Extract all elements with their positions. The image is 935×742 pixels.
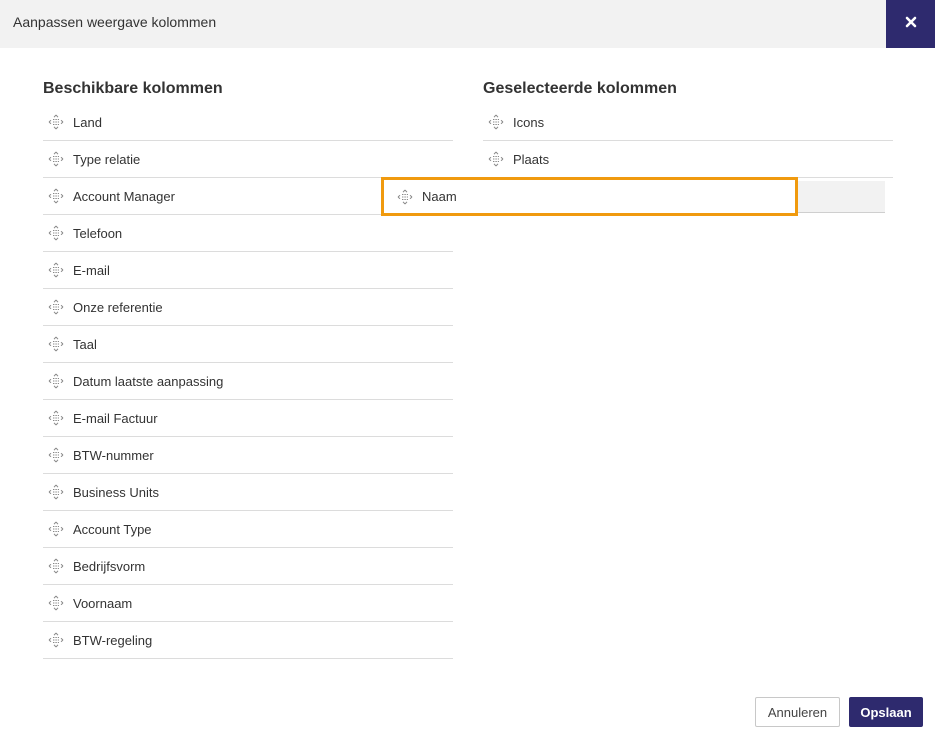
column-label: Telefoon — [73, 225, 123, 241]
column-label: Icons — [513, 114, 545, 130]
drag-handle-icon[interactable] — [488, 151, 504, 167]
drag-handle-icon[interactable] — [48, 262, 64, 278]
drag-handle-icon[interactable] — [48, 151, 64, 167]
column-list-item[interactable]: Type relatie — [43, 141, 453, 178]
drag-handle-icon[interactable] — [48, 373, 64, 389]
column-list-item[interactable]: E-mail — [43, 252, 453, 289]
selected-columns-title: Geselecteerde kolommen — [483, 80, 677, 97]
available-columns-title: Beschikbare kolommen — [43, 80, 223, 97]
drag-handle-icon[interactable] — [48, 484, 64, 500]
selected-columns-list: Icons Plaats — [483, 104, 893, 178]
dialog-title: Aanpassen weergave kolommen — [13, 14, 217, 30]
column-list-item[interactable]: Voornaam — [43, 585, 453, 622]
column-label: E-mail — [73, 262, 110, 278]
column-list-item[interactable]: BTW-regeling — [43, 622, 453, 659]
close-button[interactable] — [886, 0, 935, 48]
column-list-item[interactable]: BTW-nummer — [43, 437, 453, 474]
cancel-button[interactable]: Annuleren — [755, 697, 840, 727]
drag-handle-icon[interactable] — [48, 225, 64, 241]
column-list-item[interactable]: Icons — [483, 104, 893, 141]
drag-handle-icon[interactable] — [48, 521, 64, 537]
drag-handle-icon[interactable] — [48, 558, 64, 574]
dialog-header: Aanpassen weergave kolommen — [0, 0, 935, 48]
column-label: Land — [73, 114, 102, 130]
column-list-item[interactable]: Account Type — [43, 511, 453, 548]
column-label: Account Type — [73, 521, 152, 537]
column-label: Voornaam — [73, 595, 133, 611]
drag-handle-icon[interactable] — [48, 447, 64, 463]
column-list-item[interactable]: Telefoon — [43, 215, 453, 252]
drag-handle-icon[interactable] — [48, 299, 64, 315]
drag-handle-icon[interactable] — [48, 595, 64, 611]
column-label: Onze referentie — [73, 299, 163, 315]
drag-handle-icon[interactable] — [48, 188, 64, 204]
column-label: E-mail Factuur — [73, 410, 158, 426]
column-list-item[interactable]: Land — [43, 104, 453, 141]
column-list-item[interactable]: Taal — [43, 326, 453, 363]
column-list-item[interactable]: Onze referentie — [43, 289, 453, 326]
column-list-item[interactable]: Business Units — [43, 474, 453, 511]
drag-handle-icon[interactable] — [48, 336, 64, 352]
column-list-item[interactable]: Datum laatste aanpassing — [43, 363, 453, 400]
column-list-item[interactable]: Plaats — [483, 141, 893, 178]
column-label: BTW-nummer — [73, 447, 154, 463]
drag-handle-icon[interactable] — [397, 189, 413, 205]
drag-handle-icon[interactable] — [48, 632, 64, 648]
column-label: Plaats — [513, 151, 550, 167]
column-label: Business Units — [73, 484, 159, 500]
column-label: BTW-regeling — [73, 632, 153, 648]
drag-handle-icon[interactable] — [48, 410, 64, 426]
close-icon — [905, 15, 917, 33]
column-label: Account Manager — [73, 188, 175, 204]
column-list-item[interactable]: Bedrijfsvorm — [43, 548, 453, 585]
column-list-item[interactable]: E-mail Factuur — [43, 400, 453, 437]
dragging-column-item[interactable]: Naam — [381, 177, 798, 216]
dragging-column-label: Naam — [422, 189, 457, 204]
column-label: Taal — [73, 336, 97, 352]
save-button[interactable]: Opslaan — [849, 697, 923, 727]
drag-handle-icon[interactable] — [48, 114, 64, 130]
column-label: Bedrijfsvorm — [73, 558, 146, 574]
column-label: Type relatie — [73, 151, 141, 167]
drag-handle-icon[interactable] — [488, 114, 504, 130]
column-label: Datum laatste aanpassing — [73, 373, 224, 389]
